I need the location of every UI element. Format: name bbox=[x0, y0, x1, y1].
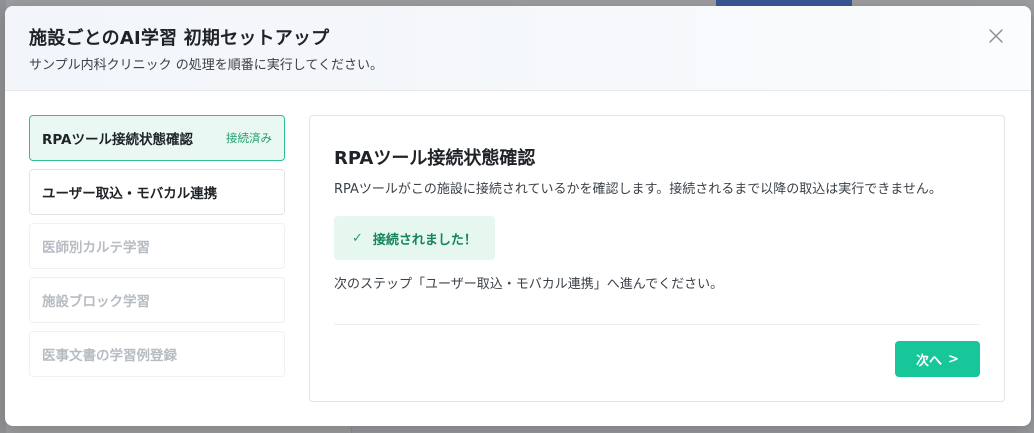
step-item-doctor-learning: 医師別カルテ学習 bbox=[29, 223, 285, 269]
step-item-user-import[interactable]: ユーザー取込・モバカル連携 bbox=[29, 169, 285, 215]
close-button[interactable] bbox=[985, 25, 1007, 47]
next-button-label: 次へ bbox=[916, 353, 943, 369]
step-label: 医師別カルテ学習 bbox=[42, 240, 150, 256]
close-icon bbox=[989, 29, 1003, 43]
step-item-rpa-connection[interactable]: RPAツール接続状態確認 接続済み bbox=[29, 115, 285, 161]
step-item-block-learning: 施設ブロック学習 bbox=[29, 277, 285, 323]
setup-modal: 施設ごとのAI学習 初期セットアップ サンプル内科クリニック の処理を順番に実行… bbox=[5, 6, 1031, 426]
step-label: RPAツール接続状態確認 bbox=[42, 132, 193, 148]
step-content-panel: RPAツール接続状態確認 RPAツールがこの施設に接続されているかを確認します。… bbox=[309, 115, 1005, 402]
step-list: RPAツール接続状態確認 接続済み ユーザー取込・モバカル連携 医師別カルテ学習… bbox=[29, 115, 285, 385]
step-label: 施設ブロック学習 bbox=[42, 294, 150, 310]
modal-subtitle: サンプル内科クリニック の処理を順番に実行してください。 bbox=[29, 58, 383, 73]
check-icon: ✓ bbox=[352, 230, 363, 246]
next-step-text: 次のステップ「ユーザー取込・モバカル連携」へ進んでください。 bbox=[334, 277, 724, 292]
step-item-document-examples: 医事文書の学習例登録 bbox=[29, 331, 285, 377]
status-badge: 接続済み bbox=[226, 131, 272, 145]
success-message: 接続されました！ bbox=[372, 232, 477, 248]
content-description: RPAツールがこの施設に接続されているかを確認します。接続されるまで以降の取込は… bbox=[334, 182, 942, 197]
step-label: 医事文書の学習例登録 bbox=[42, 348, 177, 364]
chevron-right-icon: > bbox=[948, 351, 959, 367]
next-button[interactable]: 次へ > bbox=[895, 341, 980, 377]
step-label: ユーザー取込・モバカル連携 bbox=[42, 186, 218, 202]
modal-title: 施設ごとのAI学習 初期セットアップ bbox=[29, 28, 330, 49]
success-message-box: ✓ 接続されました！ bbox=[334, 216, 495, 260]
content-title: RPAツール接続状態確認 bbox=[334, 148, 536, 169]
divider bbox=[334, 324, 980, 325]
modal-header: 施設ごとのAI学習 初期セットアップ サンプル内科クリニック の処理を順番に実行… bbox=[5, 6, 1031, 91]
